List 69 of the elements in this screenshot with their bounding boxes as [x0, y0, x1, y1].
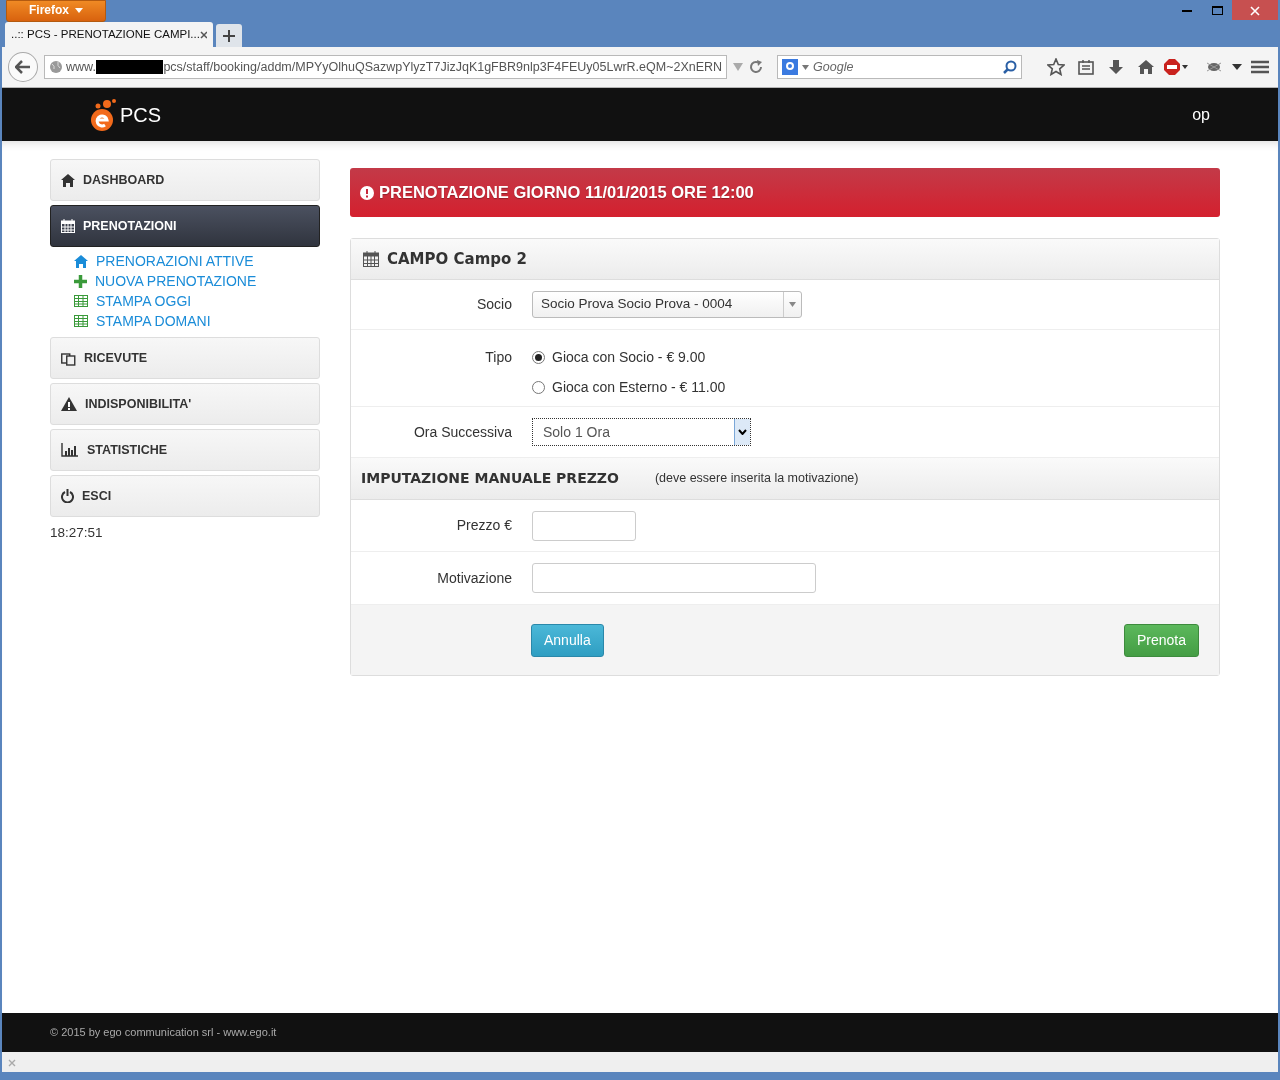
price-input[interactable]: [532, 510, 636, 541]
sidebar-item[interactable]: INDISPONIBILITA': [50, 383, 320, 425]
sidebar-item[interactable]: ESCI: [50, 475, 320, 517]
sidebar-link[interactable]: NUOVA PRENOTAZIONE: [74, 271, 320, 291]
dropdown-icon: [802, 64, 810, 70]
close-icon[interactable]: [199, 30, 207, 39]
caret-icon: [738, 429, 747, 435]
user-name[interactable]: op: [1192, 102, 1210, 127]
dropdown-icon[interactable]: [1232, 64, 1243, 70]
back-arrow-icon: [14, 60, 31, 74]
brand-name[interactable]: PCS: [120, 99, 162, 130]
address-bar[interactable]: www. pcs/staff/booking/addm/MPYyOlhuQSazwpYlyzT7JizJqK1gFBR9nlp3F4FEUy05LwrR.eQM~2XnERN: [43, 55, 728, 79]
maximize-icon: [1211, 6, 1223, 16]
radio-button[interactable]: [532, 381, 545, 394]
browser-tab[interactable]: ..:: PCS - PRENOTAZIONE CAMPI...: [5, 22, 213, 47]
close-button[interactable]: [1232, 0, 1278, 20]
search-field[interactable]: Google: [777, 55, 1023, 79]
option-label: Gioca con Esterno - € 11.00: [552, 378, 726, 397]
documents-icon: [61, 350, 76, 366]
member-dropdown[interactable]: Socio Prova Socio Prova - 0004: [532, 291, 802, 318]
redaction-bar: [95, 60, 164, 74]
minimize-icon: [1182, 9, 1192, 13]
clock-text: 18:27:51: [50, 524, 104, 542]
hours-dropdown[interactable]: Solo 1 Ora: [532, 418, 751, 446]
warning-icon: [61, 397, 77, 411]
home-icon: [74, 254, 88, 268]
close-icon: [1250, 5, 1260, 16]
alert-banner: PRENOTAZIONE GIORNO 11/01/2015 ORE 12:00: [350, 168, 1220, 217]
url-text: www.: [66, 58, 96, 76]
plus-icon: [74, 274, 87, 288]
sidebar-item[interactable]: DASHBOARD: [50, 159, 320, 201]
caret-icon: [789, 302, 796, 307]
sidebar-item[interactable]: RICEVUTE: [50, 337, 320, 379]
globe-icon: [48, 60, 63, 74]
section-title: IMPUTAZIONE MANUALE PREZZO: [361, 469, 619, 488]
hint-text: (deve essere inserita la motivazione): [654, 470, 859, 488]
sidebar-link[interactable]: STAMPA OGGI: [74, 291, 320, 311]
reason-input[interactable]: [532, 563, 816, 593]
field-label: Motivazione: [436, 568, 513, 588]
sidebar-link[interactable]: STAMPA DOMANI: [74, 311, 320, 331]
power-icon: [61, 489, 74, 503]
reload-icon[interactable]: [749, 60, 764, 74]
radio-button[interactable]: [532, 351, 545, 364]
panel-title: CAMPO Campo 2: [387, 248, 527, 270]
radio-option[interactable]: Gioca con Esterno - € 11.00: [532, 377, 726, 398]
field-label: Tipo: [484, 348, 513, 367]
sidebar-item[interactable]: STATISTICHE: [50, 429, 320, 471]
logo-icon: [90, 97, 116, 132]
search-icon[interactable]: [1003, 60, 1018, 74]
calendar-icon: [61, 219, 75, 233]
table-icon: [74, 295, 88, 307]
sidebar-link[interactable]: PRENORAZIONI ATTIVE: [74, 251, 320, 271]
table-icon: [74, 315, 88, 327]
sidebar-item[interactable]: PRENOTAZIONI: [50, 205, 320, 247]
home-icon: [61, 173, 75, 187]
exclamation-icon: [360, 185, 374, 200]
url-text: pcs/staff/booking/addm/MPYyOlhuQSazwpYlyzT7JizJqK1gFBR9nlp3F4FEUy05LwrR.eQM~2XnERN: [163, 58, 723, 76]
back-button[interactable]: [8, 52, 38, 82]
plus-icon: [223, 29, 235, 42]
calendar-icon: [363, 251, 379, 267]
bar-chart-icon: [61, 443, 79, 457]
field-label: Socio: [475, 295, 513, 314]
copyright-text: © 2015 by ego communication srl - www.ego.it: [50, 1025, 277, 1041]
radio-option[interactable]: Gioca con Socio - € 9.00: [532, 347, 726, 368]
field-label: Prezzo €: [455, 516, 513, 535]
field-label: Ora Successiva: [412, 422, 513, 442]
caret-icon: [75, 8, 83, 14]
new-tab-button[interactable]: [216, 24, 242, 47]
option-label: Gioca con Socio - € 9.00: [552, 348, 706, 367]
